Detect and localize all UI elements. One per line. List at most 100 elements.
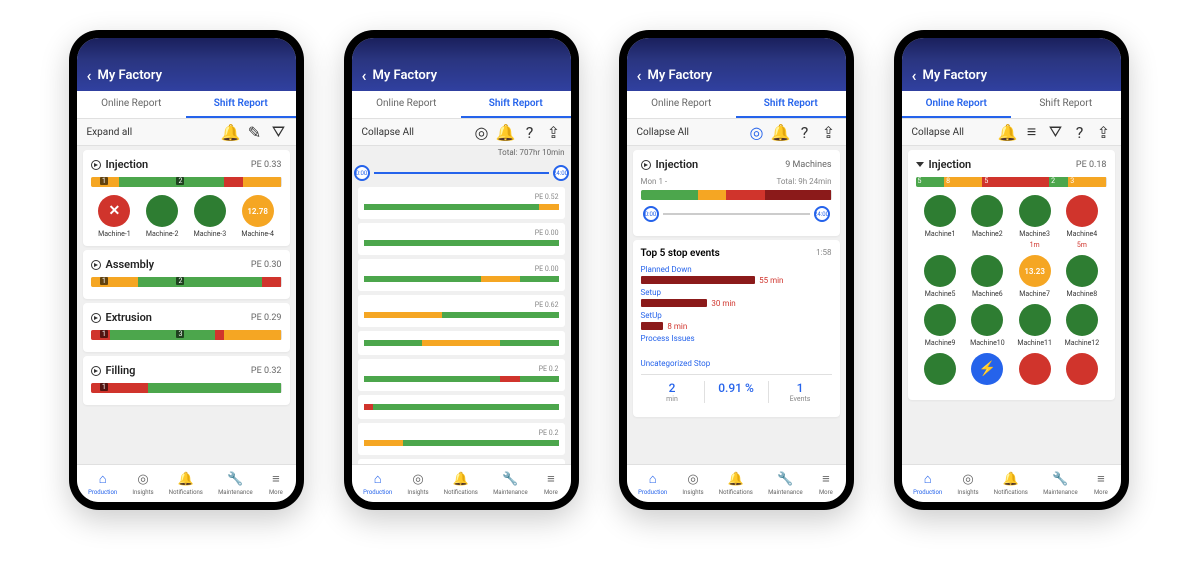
- tab-online[interactable]: Online Report: [627, 91, 737, 118]
- stop-event[interactable]: Planned Down55 min: [641, 265, 832, 284]
- back-icon[interactable]: ‹: [87, 66, 92, 85]
- help-icon[interactable]: ?: [1073, 125, 1087, 139]
- time-slider[interactable]: 0:00 24:00: [643, 206, 830, 222]
- machine-item[interactable]: Machine12: [1061, 304, 1102, 347]
- machine-item[interactable]: Machine45m: [1061, 195, 1102, 249]
- play-icon[interactable]: [641, 160, 651, 170]
- tab-shift[interactable]: Shift Report: [186, 91, 296, 118]
- timeline-row[interactable]: [358, 331, 565, 355]
- uncategorized[interactable]: Uncategorized Stop: [641, 359, 832, 368]
- nav-insights[interactable]: ◎Insights: [682, 471, 703, 496]
- play-icon[interactable]: [91, 260, 101, 270]
- expand-toggle[interactable]: Expand all: [87, 127, 133, 138]
- machine-item[interactable]: Machine6: [967, 255, 1008, 298]
- bell-icon[interactable]: 🔔: [499, 125, 513, 139]
- back-icon[interactable]: ‹: [637, 66, 642, 85]
- nav-insights[interactable]: ◎Insights: [132, 471, 153, 496]
- timeline-row[interactable]: PE 0.00: [358, 223, 565, 255]
- machine-item[interactable]: Machine5: [920, 255, 961, 298]
- tab-online[interactable]: Online Report: [902, 91, 1012, 118]
- filter-icon[interactable]: ⛛: [1049, 125, 1063, 139]
- nav-production[interactable]: ⌂Production: [913, 471, 942, 496]
- section-title: Injection: [656, 158, 699, 171]
- nav-more[interactable]: ≡More: [818, 471, 834, 496]
- category-card[interactable]: FillingPE 0.321: [83, 356, 290, 405]
- play-icon[interactable]: [91, 313, 101, 323]
- sort-icon[interactable]: ≡: [1025, 125, 1039, 139]
- play-icon[interactable]: [91, 160, 101, 170]
- machine-item[interactable]: Machine9: [920, 304, 961, 347]
- category-card[interactable]: ExtrusionPE 0.2913: [83, 303, 290, 352]
- chevron-down-icon[interactable]: [916, 162, 924, 167]
- machine-item[interactable]: [967, 353, 1008, 388]
- slider-start[interactable]: 0:00: [354, 165, 370, 181]
- slider-end[interactable]: 24:00: [553, 165, 569, 181]
- machine-item[interactable]: Machine31m: [1014, 195, 1055, 249]
- machine-item[interactable]: Machine2: [967, 195, 1008, 249]
- nav-more[interactable]: ≡More: [1093, 471, 1109, 496]
- nav-production[interactable]: ⌂Production: [88, 471, 117, 496]
- tab-online[interactable]: Online Report: [352, 91, 462, 118]
- nav-maintenance[interactable]: 🔧Maintenance: [768, 471, 803, 496]
- category-card[interactable]: InjectionPE 0.3312Machine-1Machine-2Mach…: [83, 150, 290, 246]
- nav-more[interactable]: ≡More: [268, 471, 284, 496]
- nav-maintenance[interactable]: 🔧Maintenance: [493, 471, 528, 496]
- bell-icon[interactable]: 🔔: [224, 125, 238, 139]
- stop-event[interactable]: SetUp8 min: [641, 311, 832, 330]
- bell-icon[interactable]: 🔔: [774, 125, 788, 139]
- timeline-row[interactable]: PE 0.2: [358, 423, 565, 455]
- category-card[interactable]: AssemblyPE 0.3012: [83, 250, 290, 299]
- nav-notifications[interactable]: 🔔Notifications: [169, 471, 203, 496]
- help-icon[interactable]: ?: [523, 125, 537, 139]
- filter-icon[interactable]: ⛛: [272, 125, 286, 139]
- collapse-toggle[interactable]: Collapse All: [637, 127, 689, 138]
- nav-production[interactable]: ⌂Production: [363, 471, 392, 496]
- machine-item[interactable]: Machine8: [1061, 255, 1102, 298]
- machine-item[interactable]: [920, 353, 961, 388]
- machine-item[interactable]: Machine-2: [146, 195, 179, 238]
- collapse-toggle[interactable]: Collapse All: [362, 127, 414, 138]
- nav-maintenance[interactable]: 🔧Maintenance: [218, 471, 253, 496]
- machine-item[interactable]: Machine1: [920, 195, 961, 249]
- collapse-toggle[interactable]: Collapse All: [912, 127, 964, 138]
- nav-maintenance[interactable]: 🔧Maintenance: [1043, 471, 1078, 496]
- tab-shift[interactable]: Shift Report: [461, 91, 571, 118]
- machine-item[interactable]: Machine-3: [194, 195, 227, 238]
- timeline-row[interactable]: PE 0.2: [358, 359, 565, 391]
- help-icon[interactable]: ?: [798, 125, 812, 139]
- nav-insights[interactable]: ◎Insights: [957, 471, 978, 496]
- machine-item[interactable]: [1061, 353, 1102, 388]
- share-icon[interactable]: ⇪: [1097, 125, 1111, 139]
- machine-item[interactable]: [1014, 353, 1055, 388]
- stop-event[interactable]: Setup30 min: [641, 288, 832, 307]
- machine-item[interactable]: Machine10: [967, 304, 1008, 347]
- back-icon[interactable]: ‹: [362, 66, 367, 85]
- timeline-row[interactable]: [358, 395, 565, 419]
- share-icon[interactable]: ⇪: [547, 125, 561, 139]
- nav-notifications[interactable]: 🔔Notifications: [994, 471, 1028, 496]
- nav-insights[interactable]: ◎Insights: [407, 471, 428, 496]
- timeline-row[interactable]: PE 0.62: [358, 295, 565, 327]
- stop-event[interactable]: Process Issues: [641, 334, 832, 353]
- nav-more[interactable]: ≡More: [543, 471, 559, 496]
- nav-notifications[interactable]: 🔔Notifications: [444, 471, 478, 496]
- edit-icon[interactable]: ✎: [248, 125, 262, 139]
- machine-item[interactable]: Machine11: [1014, 304, 1055, 347]
- machine-item[interactable]: 12.78Machine-4: [241, 195, 274, 238]
- nav-production[interactable]: ⌂Production: [638, 471, 667, 496]
- tab-shift[interactable]: Shift Report: [736, 91, 846, 118]
- tab-shift[interactable]: Shift Report: [1011, 91, 1121, 118]
- share-icon[interactable]: ⇪: [822, 125, 836, 139]
- timeline-row[interactable]: PE 0.00: [358, 259, 565, 291]
- target-icon[interactable]: ◎: [475, 125, 489, 139]
- back-icon[interactable]: ‹: [912, 66, 917, 85]
- machine-item[interactable]: 13.23Machine7: [1014, 255, 1055, 298]
- target-icon[interactable]: ◎: [750, 125, 764, 139]
- play-icon[interactable]: [91, 366, 101, 376]
- time-slider[interactable]: 0:00 24:00: [354, 165, 569, 181]
- nav-notifications[interactable]: 🔔Notifications: [719, 471, 753, 496]
- timeline-row[interactable]: PE 0.52: [358, 187, 565, 219]
- machine-item[interactable]: Machine-1: [98, 195, 131, 238]
- tab-online[interactable]: Online Report: [77, 91, 187, 118]
- bell-icon[interactable]: 🔔: [1001, 125, 1015, 139]
